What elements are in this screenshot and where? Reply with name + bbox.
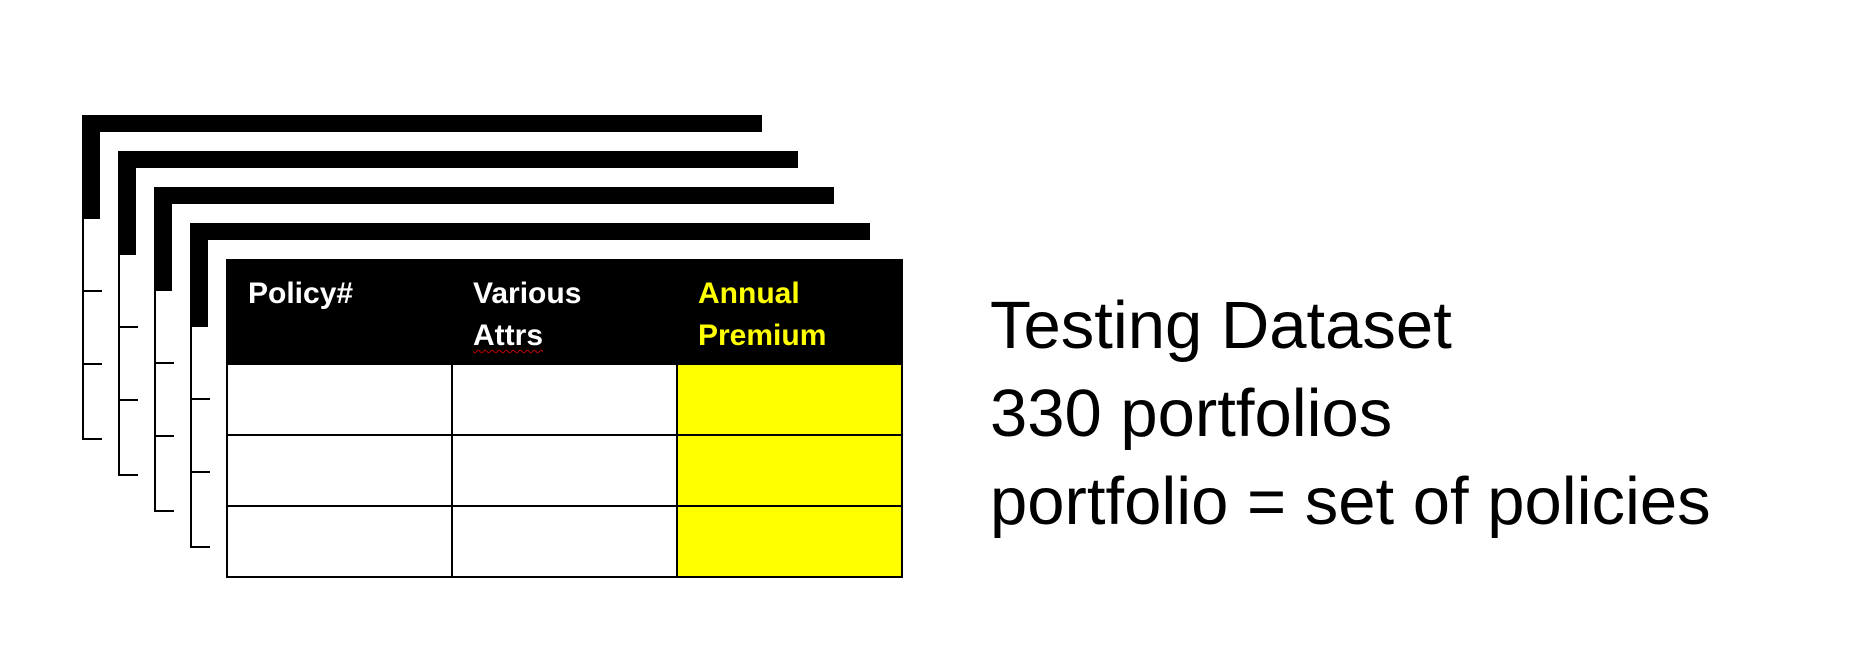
- stacked-tables-diagram: Policy# Various Attrs Annual Premium: [0, 0, 1000, 646]
- sheet-3-bottom-tick: [154, 510, 174, 512]
- caption-definition: portfolio = set of policies: [990, 464, 1711, 539]
- sheet-2-header-bar: [118, 151, 798, 168]
- dataset-caption: Testing Dataset 330 portfolios portfolio…: [990, 282, 1711, 546]
- column-header-policy-line1: Policy#: [248, 277, 354, 310]
- sheet-3-spine: [154, 187, 172, 291]
- table-cell: [226, 434, 453, 507]
- table-cell: [451, 363, 678, 436]
- sheet-3-row-tick: [154, 362, 174, 364]
- table-row: [226, 434, 903, 507]
- table-cell: [226, 363, 453, 436]
- table-row: [226, 363, 903, 436]
- sheet-2-bottom-tick: [118, 474, 138, 476]
- table-cell: [451, 505, 678, 578]
- sheet-1-bottom-tick: [82, 438, 102, 440]
- sheet-3-left-edge: [154, 291, 156, 512]
- sheet-2-left-edge: [118, 255, 120, 476]
- sheet-2-spine: [118, 151, 136, 255]
- column-header-various-attrs-line1: Various: [473, 277, 582, 310]
- table-header-row: Policy# Various Attrs Annual Premium: [226, 259, 903, 365]
- sheet-4-bottom-tick: [190, 546, 210, 548]
- sheet-3-header-bar: [154, 187, 834, 204]
- sheet-3-row-tick: [154, 435, 174, 437]
- policy-table: Policy# Various Attrs Annual Premium: [226, 259, 903, 578]
- column-header-annual-premium: Annual Premium: [676, 259, 903, 365]
- premium-cell: [676, 434, 903, 507]
- sheet-4-row-tick: [190, 471, 210, 473]
- column-header-annual-premium-line2: Premium: [698, 319, 827, 352]
- premium-cell: [676, 505, 903, 578]
- sheet-4-row-tick: [190, 398, 210, 400]
- sheet-4-left-edge: [190, 327, 192, 548]
- sheet-1-header-bar: [82, 115, 762, 132]
- caption-portfolio-count: 330 portfolios: [990, 376, 1393, 451]
- column-header-various-attrs-line2: Attrs: [473, 319, 544, 352]
- sheet-1-left-edge: [82, 219, 84, 440]
- sheet-1-row-tick: [82, 363, 102, 365]
- front-policy-table: Policy# Various Attrs Annual Premium: [226, 259, 903, 581]
- caption-title: Testing Dataset: [990, 288, 1452, 363]
- premium-cell: [676, 363, 903, 436]
- sheet-2-row-tick: [118, 326, 138, 328]
- column-header-policy: Policy#: [226, 259, 453, 365]
- table-cell: [451, 434, 678, 507]
- column-header-annual-premium-line1: Annual: [698, 277, 800, 310]
- sheet-4-spine: [190, 223, 208, 327]
- table-cell: [226, 505, 453, 578]
- column-header-various-attrs: Various Attrs: [451, 259, 678, 365]
- sheet-1-row-tick: [82, 290, 102, 292]
- table-row: [226, 505, 903, 578]
- sheet-4-header-bar: [190, 223, 870, 240]
- sheet-1-spine: [82, 115, 100, 219]
- sheet-2-row-tick: [118, 399, 138, 401]
